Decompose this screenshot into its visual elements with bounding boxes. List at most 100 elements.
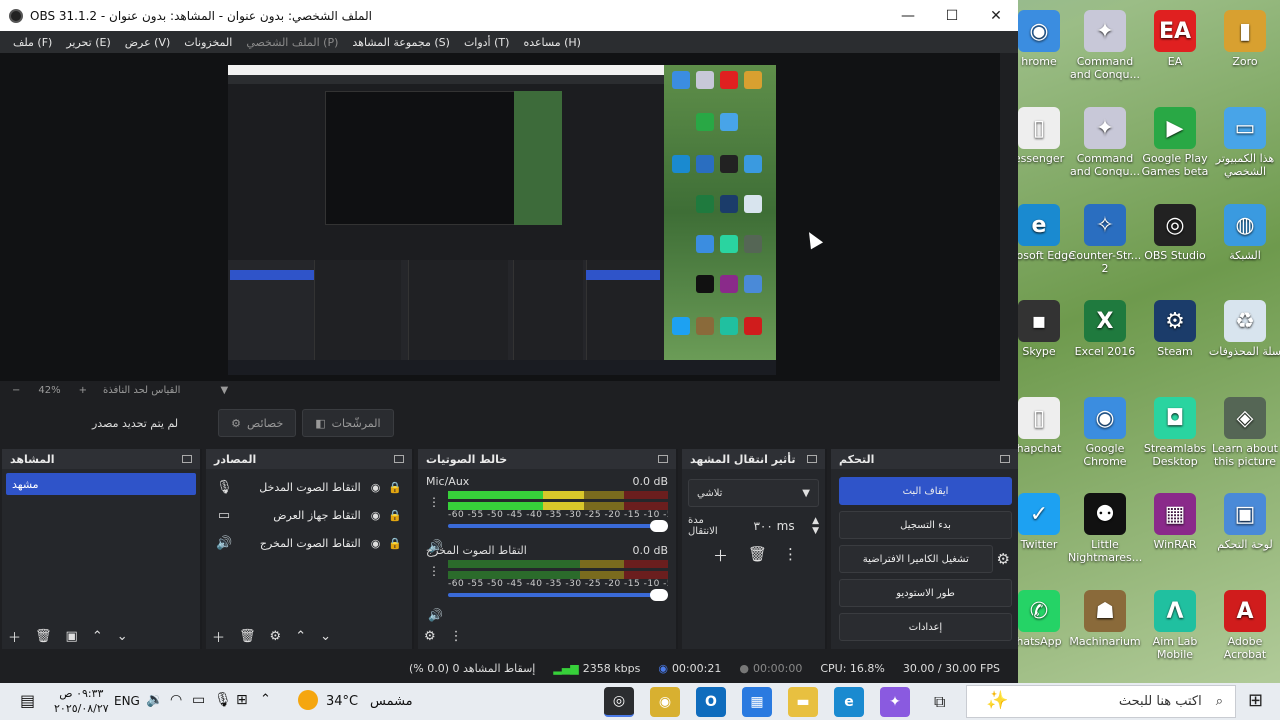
zoom-fit-label[interactable]: القياس لحد النافذة (103, 385, 180, 396)
task-view-icon[interactable]: ⧉ (934, 692, 945, 712)
language-indicator[interactable]: ENG (114, 694, 140, 708)
volume-icon[interactable]: 🔉 (146, 692, 163, 708)
menu-tools[interactable]: أدوات (T) (464, 36, 510, 49)
remove-scene-icon[interactable]: 🗑 (35, 629, 52, 644)
duration-input[interactable]: ٣٠٠ ms (736, 519, 812, 533)
taskbar-chrome-icon[interactable]: ◉ (650, 687, 680, 717)
desktop-icon[interactable]: ◘ Streamlabs Desktop (1138, 397, 1212, 468)
desktop-icon[interactable]: A Adobe Acrobat (1208, 590, 1280, 661)
desktop-icon[interactable]: Λ Aim Lab Mobile (1138, 590, 1212, 661)
menu-edit[interactable]: تحرير (E) (66, 36, 110, 49)
menu-file[interactable]: ملف (F) (13, 36, 52, 49)
taskbar-obs-icon[interactable]: ◎ (604, 687, 634, 717)
volume-knob[interactable] (650, 520, 668, 532)
stop-streaming-button[interactable]: ايقاف البث (839, 477, 1012, 505)
source-item[interactable]: 🎙 التقاط الصوت المدخل ◉ 🔒 (206, 473, 412, 501)
taskbar-explorer-icon[interactable]: ▬ (788, 687, 818, 717)
desktop-icon[interactable]: ◍ الشبكة (1208, 204, 1280, 262)
desktop-icon[interactable]: ◈ Learn about this picture (1208, 397, 1280, 468)
maximize-button[interactable]: ☐ (930, 0, 974, 31)
source-item[interactable]: 🔊 التقاط الصوت المخرج ◉ 🔒 (206, 529, 412, 557)
chevron-up-icon[interactable]: ⌃ (260, 692, 271, 707)
zoom-dropdown-icon[interactable]: ▼ (220, 385, 228, 396)
desktop-icon[interactable]: ✦ Command and Conqu... (1068, 10, 1142, 81)
menu-view[interactable]: عرض (V) (125, 36, 171, 49)
channel-menu-icon[interactable]: ⋮ (428, 495, 440, 509)
move-down-icon[interactable]: ⌄ (117, 629, 128, 644)
undock-icon[interactable] (1000, 455, 1010, 463)
taskbar-store-icon[interactable]: ▦ (742, 687, 772, 717)
transition-select[interactable]: تلاشي ▼ (688, 479, 819, 507)
duration-stepper[interactable]: ▲ ▼ (812, 516, 819, 536)
visibility-eye-icon[interactable]: ◉ (371, 537, 381, 550)
taskbar-outlook-icon[interactable]: O (696, 687, 726, 717)
desktop-icon[interactable]: EA EA (1138, 10, 1212, 68)
desktop-icon[interactable]: ▣ لوحة التحكم (1208, 493, 1280, 551)
desktop-icon[interactable]: ✧ Counter-Str... 2 (1068, 204, 1142, 275)
advanced-audio-icon[interactable]: ⚙ (424, 629, 436, 644)
minimize-button[interactable]: — (886, 0, 930, 31)
start-recording-button[interactable]: بدء التسجيل (839, 511, 1012, 539)
zoom-out-button[interactable]: − (12, 385, 20, 396)
desktop-icon[interactable]: ⚙ Steam (1138, 300, 1212, 358)
source-settings-icon[interactable]: ⚙ (270, 629, 282, 644)
settings-button[interactable]: إعدادات (839, 613, 1012, 641)
channel-menu-icon[interactable]: ⋮ (428, 564, 440, 578)
move-up-icon[interactable]: ⌃ (92, 629, 103, 644)
volume-knob[interactable] (650, 589, 668, 601)
undock-icon[interactable] (394, 455, 404, 463)
desktop-icon[interactable]: ⚉ Little Nightmares... (1068, 493, 1142, 564)
clock-date[interactable]: ٢٠٢٥/٠٨/٢٧ (54, 701, 109, 716)
notification-icon[interactable]: ▤ (20, 691, 35, 710)
undock-icon[interactable] (807, 455, 817, 463)
desktop-icon[interactable]: ✦ Command and Conqu... (1068, 107, 1142, 178)
add-source-icon[interactable]: ＋ (212, 627, 225, 646)
scene-item[interactable]: مشهد (6, 473, 196, 495)
volume-slider[interactable] (448, 589, 668, 601)
lock-icon[interactable]: 🔒 (388, 481, 402, 494)
desktop-icon[interactable]: ◉ Google Chrome (1068, 397, 1142, 468)
weather-label[interactable]: مشمس (370, 694, 413, 709)
move-up-icon[interactable]: ⌃ (295, 629, 306, 644)
source-item[interactable]: ▭ التقاط جهاز العرض ◉ 🔒 (206, 501, 412, 529)
zoom-in-button[interactable]: + (79, 385, 87, 396)
remove-transition-icon[interactable]: 🗑 (748, 545, 767, 566)
desktop-icon[interactable]: ▶ Google Play Games beta (1138, 107, 1212, 178)
desktop-icon[interactable]: ▮ Zoro (1208, 10, 1280, 68)
desktop-icon[interactable]: ▦ WinRAR (1138, 493, 1212, 551)
studio-mode-button[interactable]: طور الاستوديو (839, 579, 1012, 607)
desktop-icon[interactable]: ▭ هذا الكمبيوتر الشخصي (1208, 107, 1280, 178)
properties-button[interactable]: ⚙ خصائص (218, 409, 297, 437)
filters-button[interactable]: ◧ المرشّحات (302, 409, 394, 437)
desktop-icon[interactable]: ◎ OBS Studio (1138, 204, 1212, 262)
visibility-eye-icon[interactable]: ◉ (371, 481, 381, 494)
desktop-icon[interactable]: ☗ Machinarium (1068, 590, 1142, 648)
add-scene-icon[interactable]: ＋ (8, 627, 21, 646)
add-transition-icon[interactable]: ＋ (713, 545, 728, 566)
undock-icon[interactable] (658, 455, 668, 463)
mixer-menu-icon[interactable]: ⋮ (450, 629, 463, 644)
menu-profile[interactable]: الملف الشخصي (P) (246, 36, 338, 49)
desktop-icon[interactable]: ♻ سلة المحذوفات (1208, 300, 1280, 358)
taskbar-edge-icon[interactable]: e (834, 687, 864, 717)
virtual-camera-settings-icon[interactable]: ⚙ (997, 550, 1010, 568)
volume-slider[interactable] (448, 520, 668, 532)
lock-icon[interactable]: 🔒 (388, 509, 402, 522)
undock-icon[interactable] (182, 455, 192, 463)
remove-source-icon[interactable]: 🗑 (239, 629, 256, 644)
virtual-camera-button[interactable]: تشغيل الكاميرا الافتراضية (839, 545, 993, 573)
move-down-icon[interactable]: ⌄ (320, 629, 331, 644)
search-input[interactable]: اكتب هنا للبحث (1119, 694, 1202, 709)
preview-area[interactable] (0, 53, 1000, 381)
menu-docks[interactable]: المخزونات (184, 36, 232, 49)
lock-icon[interactable]: 🔒 (388, 537, 402, 550)
microphone-icon[interactable]: 🎙 (214, 692, 232, 708)
taskbar-copilot-icon[interactable]: ✦ (880, 687, 910, 717)
visibility-eye-icon[interactable]: ◉ (371, 509, 381, 522)
start-icon[interactable]: ⊞ (1248, 690, 1263, 711)
desktop-icon[interactable]: X Excel 2016 (1068, 300, 1142, 358)
menu-scene-collection[interactable]: مجموعة المشاهد (S) (352, 36, 450, 49)
scene-filter-icon[interactable]: ▣ (66, 629, 78, 644)
transition-menu-icon[interactable]: ⋮ (783, 545, 798, 566)
close-button[interactable]: ✕ (974, 0, 1018, 31)
